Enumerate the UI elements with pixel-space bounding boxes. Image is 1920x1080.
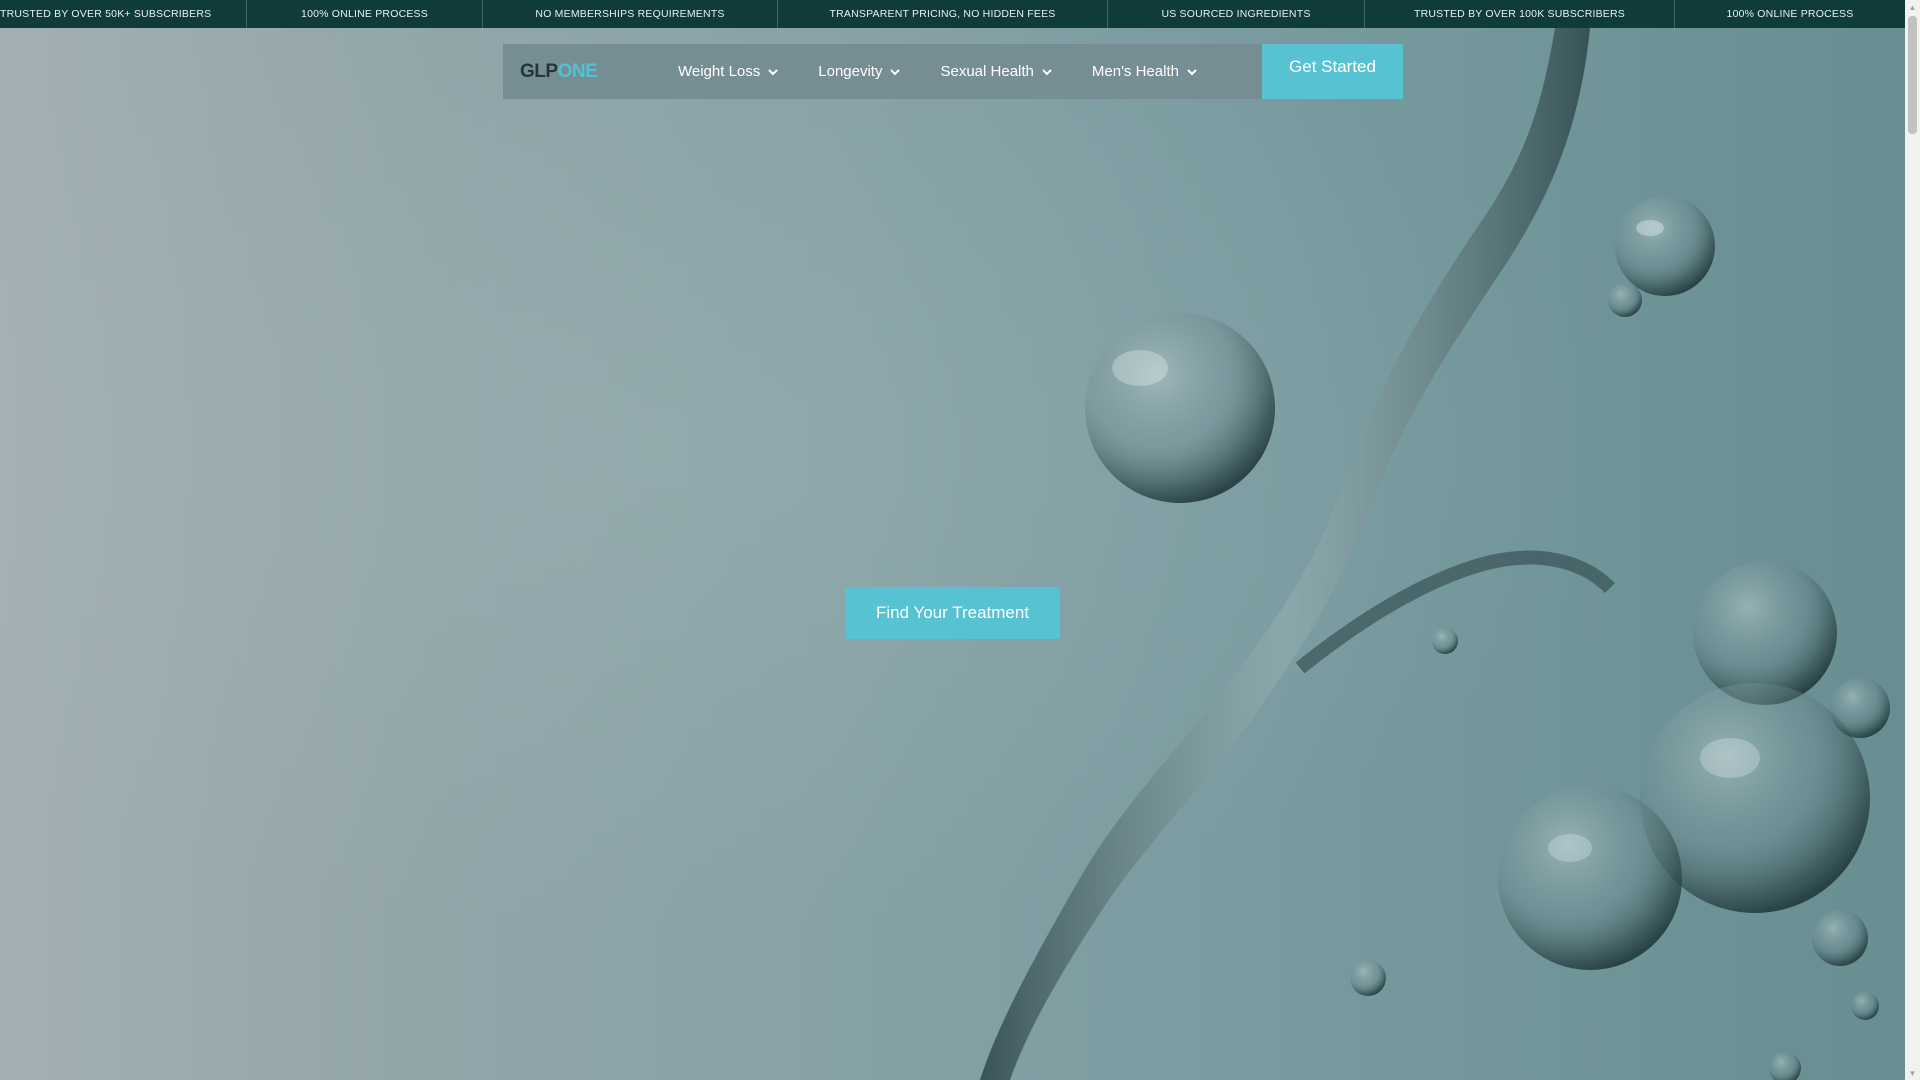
- ticker-item: TRUSTED BY OVER 50K+ SUBSCRIBERS: [0, 0, 247, 28]
- find-your-treatment-button[interactable]: Find Your Treatment: [845, 587, 1060, 639]
- logo-text-accent: ONE: [557, 61, 598, 82]
- ticker-item: 100% ONLINE PROCESS: [247, 0, 483, 28]
- nav-item-weight-loss[interactable]: Weight Loss: [678, 63, 780, 80]
- chevron-down-icon: [890, 68, 901, 75]
- ticker-item: US SOURCED INGREDIENTS: [1108, 0, 1365, 28]
- nav-item-longevity[interactable]: Longevity: [818, 63, 902, 80]
- logo-text-primary: GLP: [520, 61, 558, 82]
- chevron-down-icon: [1042, 68, 1052, 75]
- nav-item-label: Men's Health: [1091, 63, 1179, 80]
- scrollbar-thumb[interactable]: [1908, 16, 1917, 134]
- nav-menu: Weight Loss Longevity Sexual Health Men'…: [678, 44, 1237, 99]
- ticker-item: TRANSPARENT PRICING, NO HIDDEN FEES: [778, 0, 1108, 28]
- page-scrollbar[interactable]: ▲ ▼: [1905, 0, 1920, 1080]
- nav-item-label: Sexual Health: [940, 63, 1034, 80]
- scroll-down-arrow-icon[interactable]: ▼: [1905, 1066, 1920, 1080]
- get-started-button[interactable]: Get Started: [1262, 44, 1403, 99]
- nav-item-mens-health[interactable]: Men's Health: [1092, 63, 1199, 80]
- chevron-down-icon: [768, 68, 778, 75]
- scroll-up-arrow-icon[interactable]: ▲: [1905, 0, 1920, 14]
- chevron-down-icon: [1187, 68, 1197, 75]
- hero-section: [0, 28, 1905, 1080]
- nav-item-label: Longevity: [818, 63, 883, 80]
- nav-item-label: Weight Loss: [678, 63, 761, 80]
- ticker-item: TRUSTED BY OVER 100K SUBSCRIBERS: [1365, 0, 1675, 28]
- glpone-logo[interactable]: GLPONE: [520, 61, 598, 83]
- ticker-item: 100% ONLINE PROCESS: [1726, 8, 1854, 20]
- water-droplets-image: [980, 28, 1890, 1080]
- nav-item-sexual-health[interactable]: Sexual Health: [940, 63, 1053, 80]
- announcement-ticker: TRUSTED BY OVER 50K+ SUBSCRIBERS 100% ON…: [0, 0, 1905, 28]
- ticker-item: NO MEMBERSHIPS REQUIREMENTS: [483, 0, 778, 28]
